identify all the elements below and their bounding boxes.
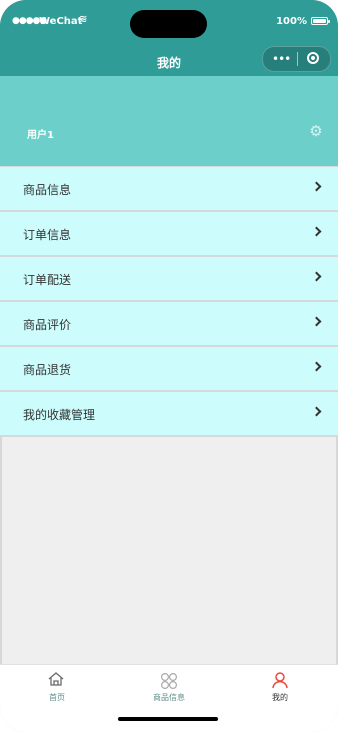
top-bar: ●●●●● WeChat ≋ 100% 我的 ••• [0,0,338,76]
wifi-icon: ≋ [79,14,88,25]
battery-icon [311,17,330,25]
tab-product-info[interactable]: 商品信息 [129,671,209,711]
username: 用户1 [27,130,54,141]
chevron-right-icon [311,406,322,417]
menu-item-label: 我的收藏管理 [23,408,96,422]
tab-label: 首页 [49,693,65,702]
user-icon [272,672,288,689]
menu-item-order-delivery[interactable]: 订单配送 [0,257,338,302]
menu-item-label: 商品退货 [23,363,72,377]
menu-item-product-info[interactable]: 商品信息 [0,166,338,212]
menu-item-label: 商品信息 [23,183,72,197]
notch [130,10,207,38]
chevron-right-icon [311,181,322,192]
carrier-name: WeChat [39,16,83,27]
gear-icon[interactable]: ⚙ [308,123,324,139]
tab-home[interactable]: 首页 [17,671,97,711]
menu-item-label: 商品评价 [23,318,72,332]
menu-item-product-review[interactable]: 商品评价 [0,302,338,347]
home-indicator[interactable] [118,717,218,721]
menu-item-label: 订单配送 [23,273,72,287]
profile-header: 用户1 ⚙ [0,76,338,166]
menu-item-label: 订单信息 [23,228,72,242]
home-icon [48,672,64,686]
close-icon[interactable] [307,52,319,64]
menu-list: 商品信息 订单信息 订单配送 商品评价 商品退货 我的收藏管理 [0,166,338,437]
phone-screen: ●●●●● WeChat ≋ 100% 我的 ••• 用户1 ⚙ 商品信息 订单… [0,0,338,732]
tab-label: 商品信息 [153,693,185,702]
status-bar: ●●●●● WeChat ≋ 100% [0,0,338,42]
tab-label: 我的 [272,693,288,702]
tab-bar: 首页 商品信息 我的 [0,664,338,732]
chevron-right-icon [311,361,322,372]
battery-percentage: 100% [276,16,307,27]
grid-icon [160,672,178,690]
capsule-divider [297,52,298,66]
chevron-right-icon [311,226,322,237]
menu-item-product-return[interactable]: 商品退货 [0,347,338,392]
navigation-bar: 我的 ••• [0,42,338,76]
chevron-right-icon [311,271,322,282]
chevron-right-icon [311,316,322,327]
tab-mine[interactable]: 我的 [240,671,320,711]
menu-item-favorites-management[interactable]: 我的收藏管理 [0,392,338,437]
mini-program-capsule[interactable]: ••• [262,46,331,72]
menu-item-order-info[interactable]: 订单信息 [0,212,338,257]
more-icon[interactable]: ••• [272,52,291,66]
